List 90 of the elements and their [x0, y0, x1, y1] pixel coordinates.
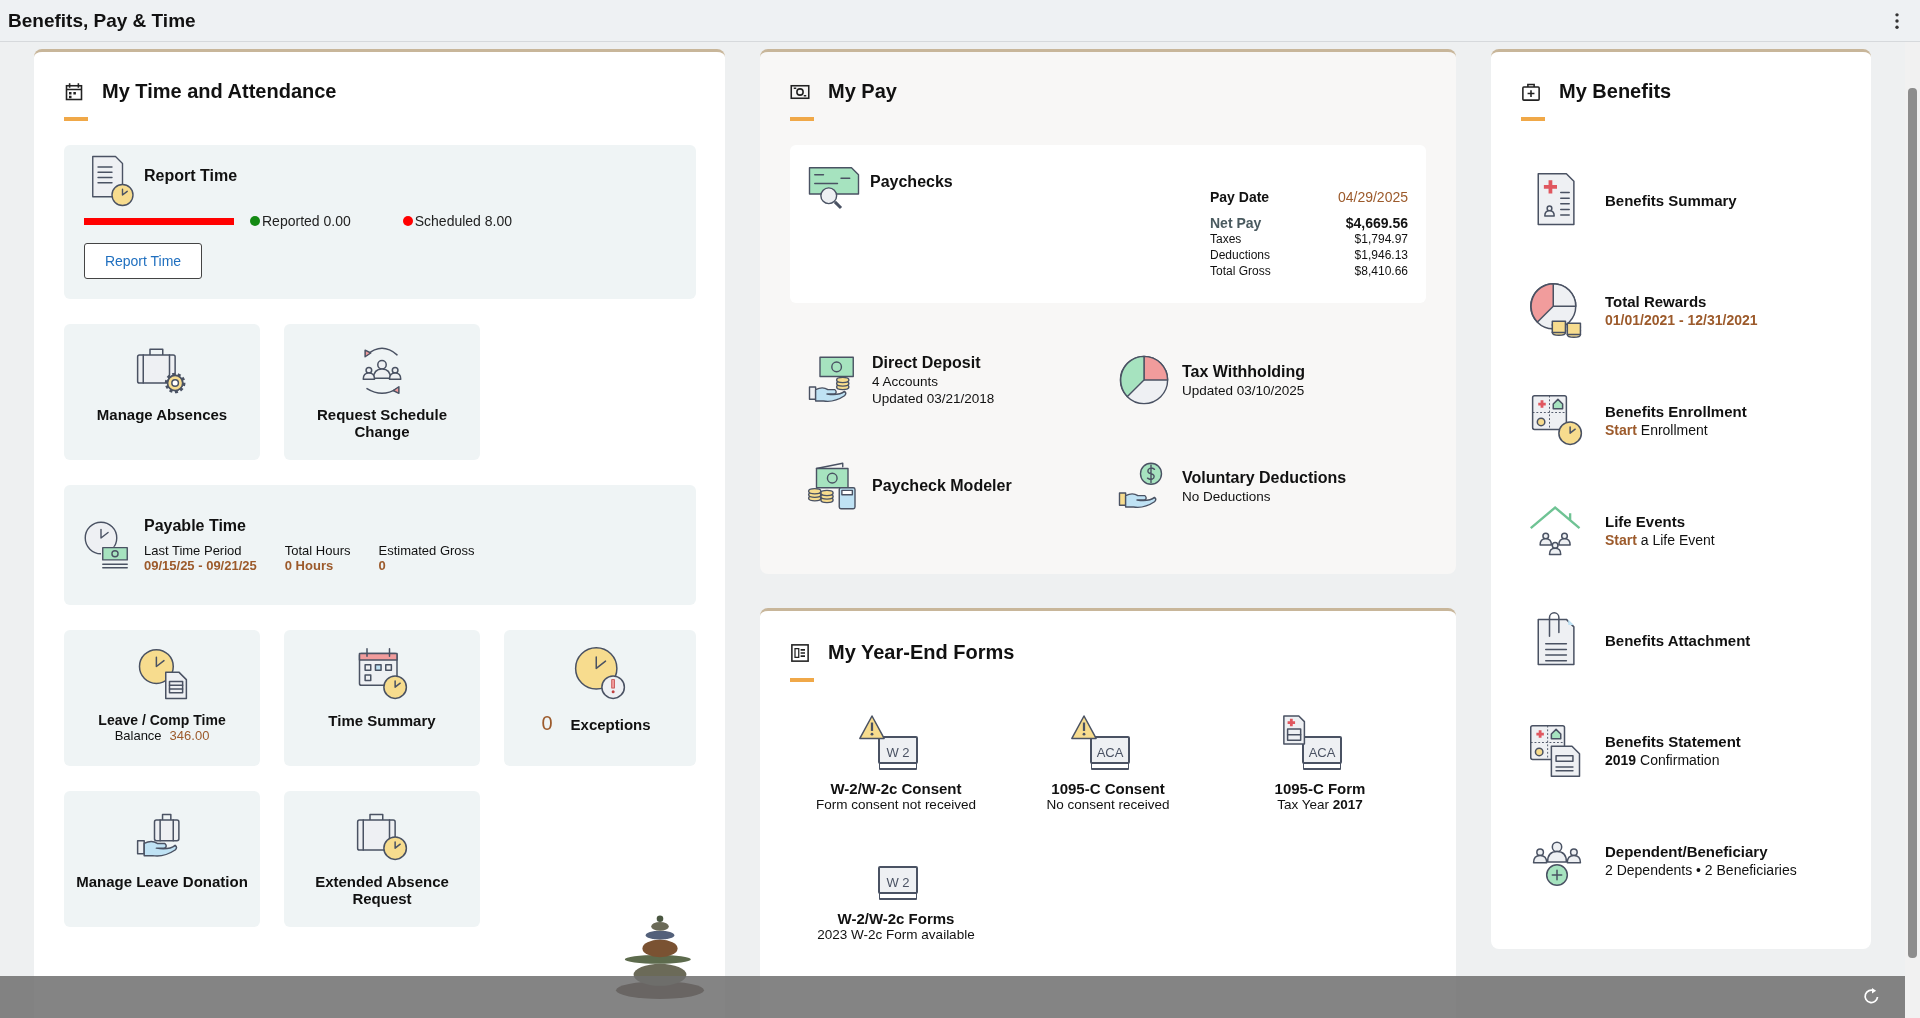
pay-amount: $1,946.13 [1354, 247, 1408, 263]
balance-label: Balance [114, 728, 162, 744]
card-title: My Pay [828, 80, 897, 103]
tile-detail: 2 Dependents • 2 Beneficiaries [1605, 861, 1797, 878]
tile[interactable]: Request Schedule Change [284, 324, 480, 460]
medical-bag-icon [1521, 81, 1541, 102]
tile-title: Extended Absence Request [314, 873, 450, 908]
tile-detail: Start a Life Event [1605, 531, 1715, 548]
form-code: ACA [1096, 744, 1124, 762]
tile-detail: 4 Accounts [872, 374, 940, 389]
title-underline [790, 678, 814, 682]
pay-label: Total Gross [1210, 263, 1271, 279]
tile-detail: 01/01/2021 - 12/31/2021 [1605, 311, 1758, 328]
tile-title: Exceptions [569, 716, 652, 734]
tile-title: Voluntary Deductions [1182, 468, 1347, 487]
tile-title: Total Rewards [1605, 292, 1708, 310]
tile-detail: No Deductions [1182, 488, 1272, 504]
pay-label: Deductions [1210, 247, 1271, 263]
pay-link-tile[interactable]: Tax Withholding Updated 03/10/2025 [1116, 347, 1426, 413]
pay-link-tile[interactable]: Paycheck Modeler [806, 453, 1116, 519]
pay-amount: $4,669.56 [1345, 215, 1408, 231]
tile[interactable]: Leave / Comp Time Balance 346.00 [64, 630, 260, 766]
pay-label: Taxes [1210, 231, 1242, 247]
field-label: Estimated Gross [378, 543, 475, 558]
pay-amount: $1,794.97 [1354, 231, 1408, 247]
page-title: Benefits, Pay & Time [8, 9, 196, 32]
tile[interactable]: Time Summary [284, 630, 480, 766]
title-underline [64, 117, 88, 121]
field-value: 0 Hours [284, 558, 335, 573]
tile-title: Benefits Statement [1605, 732, 1741, 750]
tile[interactable]: 0 Exceptions [504, 630, 696, 766]
report-time-tile[interactable]: Report Time Reported 0.00 Scheduled 8.00 Report Time [64, 145, 696, 299]
tile-title: Benefits Attachment [1605, 631, 1751, 649]
title-underline [1521, 117, 1545, 121]
field-label: Total Hours [284, 543, 351, 558]
form-status: Form consent not received [816, 797, 976, 812]
pay-amount: $8,410.66 [1354, 263, 1408, 279]
tile-detail: Start Enrollment [1605, 421, 1709, 438]
balance-value: 346.00 [169, 728, 210, 744]
report-time-button[interactable]: Report Time [84, 243, 202, 279]
payable-time-tile[interactable]: Payable Time Last Time Period 09/15/25 - 09/21/25 Total Hours 0 Hours Estimated Gross 0 [64, 485, 696, 605]
title-underline [790, 117, 814, 121]
tile-detail: 2019 Confirmation [1605, 751, 1721, 768]
pay-amount: 04/29/2025 [1337, 189, 1408, 205]
pay-link-tile[interactable]: Voluntary Deductions No Deductions [1116, 453, 1426, 519]
form-code: W 2 [886, 874, 910, 892]
form-status: No consent received [1046, 797, 1170, 812]
pay-label: Pay Date [1210, 189, 1270, 205]
tile[interactable]: Extended Absence Request [284, 791, 480, 927]
tile-title: Tax Withholding [1182, 362, 1306, 381]
tile-title: Life Events [1605, 512, 1687, 530]
form-link[interactable]: W-2/W-2c Forms [837, 910, 955, 927]
tile[interactable]: Manage Leave Donation [64, 791, 260, 927]
tile-title: Benefits Enrollment [1605, 402, 1747, 420]
legend-label: Scheduled 8.00 [414, 213, 513, 229]
tile-title: Dependent/Beneficiary [1605, 842, 1769, 860]
paychecks-tile[interactable]: Paychecks Pay Date 04/29/2025 Net Pay $4,669.56 Taxes $1,794.97 Deductions $1,946.13 Total Gross $8,410.66 [790, 145, 1426, 303]
tile-title: Report Time [144, 167, 238, 185]
form-code: W 2 [886, 744, 910, 762]
tile-title: Leave / Comp Time [97, 712, 227, 729]
form-link[interactable]: 1095-C Consent [1051, 780, 1165, 797]
tile-detail: Updated 03/21/2018 [872, 391, 995, 406]
tile-title: Manage Absences [95, 406, 229, 424]
tile-title: Time Summary [327, 712, 437, 730]
legend-label: Reported 0.00 [262, 213, 351, 229]
exception-count: 0 [541, 712, 553, 735]
tile-title: Payable Time [144, 517, 247, 535]
form-status: Tax Year 2017 [1277, 797, 1363, 812]
card-title: My Year-End Forms [828, 641, 1015, 664]
form-code: ACA [1308, 744, 1336, 762]
card-title: My Time and Attendance [102, 80, 337, 103]
field-label: Last Time Period [144, 543, 243, 558]
tile-title: Paycheck Modeler [872, 477, 1012, 495]
form-link[interactable]: 1095-C Form [1274, 780, 1366, 797]
tile-title: Request Schedule Change [315, 406, 448, 441]
tile-title: Paychecks [870, 173, 953, 191]
tile-detail: Updated 03/10/2025 [1182, 382, 1306, 398]
form-icon [790, 642, 810, 663]
pay-link-tile[interactable]: Direct Deposit 4 Accounts Updated 03/21/2018 [806, 347, 1116, 413]
field-value: 09/15/25 - 09/21/25 [144, 558, 257, 573]
pay-label: Net Pay [1210, 215, 1262, 231]
card-title: My Benefits [1559, 80, 1672, 103]
form-status: 2023 W-2c Form available [817, 927, 975, 942]
tile-title: Benefits Summary [1605, 191, 1737, 209]
tile-title: Manage Leave Donation [75, 873, 249, 891]
calendar-icon [64, 81, 84, 102]
tile[interactable]: Manage Absences [64, 324, 260, 460]
tile-title: Direct Deposit [872, 354, 982, 372]
form-link[interactable]: W-2/W-2c Consent [830, 780, 962, 797]
field-value: 0 [378, 558, 387, 573]
